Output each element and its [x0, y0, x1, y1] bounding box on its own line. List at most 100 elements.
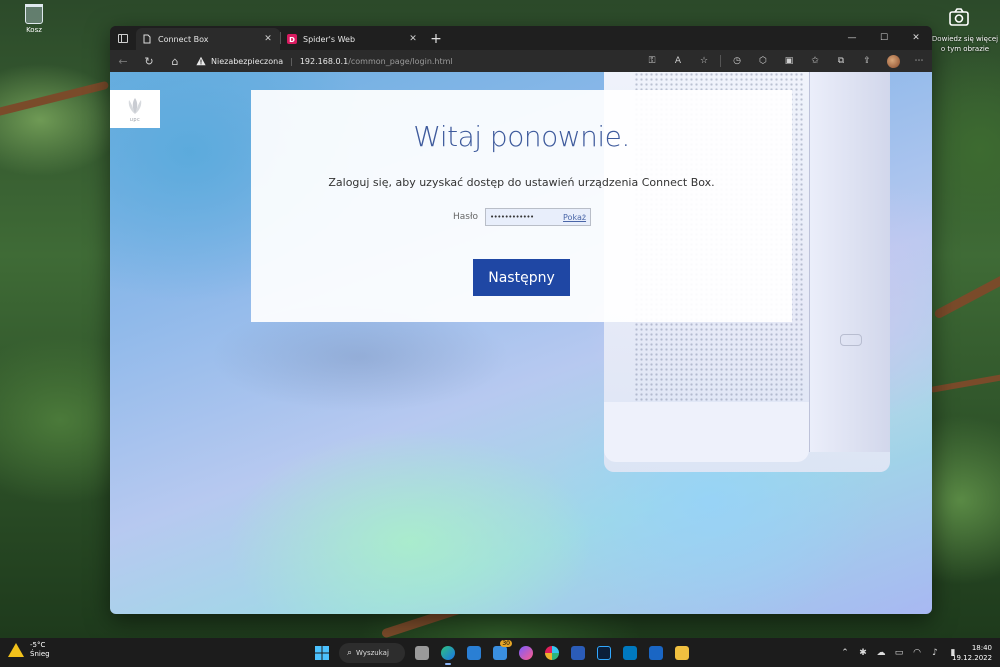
login-page: upc Witaj ponownie. Zaloguj się, aby uzy…	[110, 72, 932, 614]
tab-title: Connect Box	[158, 34, 209, 44]
slack-tray-icon[interactable]: ✱	[854, 648, 872, 658]
notification-badge: 30	[500, 640, 512, 647]
show-password-link[interactable]: Pokaż	[563, 213, 586, 222]
outlook-icon	[649, 645, 663, 660]
history-icon[interactable]: ◷	[724, 50, 750, 72]
trello-taskbar-button[interactable]	[617, 638, 643, 667]
password-label: Hasło	[453, 212, 479, 222]
browser-window: Connect Box ✕ D Spider's Web ✕ + — ☐ ✕ ←…	[110, 26, 932, 614]
tab-title: Spider's Web	[303, 34, 356, 44]
task-view-button[interactable]	[409, 638, 435, 667]
screenshot-icon[interactable]: ▣	[776, 50, 802, 72]
address-bar[interactable]: Niezabezpieczona | 192.168.0.1/common_pa…	[196, 52, 453, 70]
weather-warning-icon	[8, 643, 24, 657]
edge-taskbar-button[interactable]	[435, 638, 461, 667]
trello-icon	[623, 645, 637, 660]
upc-logo: upc	[110, 90, 160, 128]
recycle-bin-label: Kosz	[26, 26, 42, 34]
camera-icon[interactable]	[946, 6, 972, 28]
photoshop-taskbar-button[interactable]	[591, 638, 617, 667]
photoshop-icon	[597, 645, 611, 660]
next-button[interactable]: Następny	[473, 259, 570, 296]
url-path: /common_page/login.html	[348, 56, 453, 66]
toolbar-actions: ⚿ A ☆ ◷ ⬡ ▣ ✩ ⧉ ⇪ ⋯	[639, 50, 932, 72]
clock-date: 19.12.2022	[952, 654, 993, 662]
page-icon	[143, 34, 151, 44]
weather-widget[interactable]: -5°C Śnieg	[8, 641, 50, 659]
windows-icon	[315, 645, 329, 660]
slack-taskbar-button[interactable]	[539, 638, 565, 667]
extensions-icon[interactable]: ⬡	[750, 50, 776, 72]
start-button[interactable]	[309, 638, 335, 667]
store-icon	[493, 645, 507, 660]
page-title: Witaj ponownie.	[413, 120, 630, 153]
avatar	[886, 54, 900, 68]
weather-text: -5°C Śnieg	[30, 641, 50, 659]
mail-taskbar-button[interactable]	[461, 638, 487, 667]
share-icon[interactable]: ⇪	[854, 50, 880, 72]
login-subtitle: Zaloguj się, aby uzyskać dostęp do ustaw…	[328, 176, 715, 189]
warning-icon	[196, 56, 206, 66]
chevron-up-icon[interactable]: ⌃	[836, 648, 854, 658]
password-value: ••••••••••••	[490, 213, 534, 221]
back-arrow-icon[interactable]: ←	[110, 50, 136, 72]
more-menu-icon[interactable]: ⋯	[906, 50, 932, 72]
new-tab-button[interactable]: +	[425, 28, 447, 50]
password-field[interactable]: •••••••••••• Pokaż	[485, 208, 592, 226]
collections-icon[interactable]: ⧉	[828, 50, 854, 72]
task-view-icon	[415, 645, 429, 660]
weather-desc: Śnieg	[30, 650, 50, 658]
profile-avatar[interactable]	[880, 50, 906, 72]
store-taskbar-button[interactable]: 30	[487, 638, 513, 667]
clock-time: 18:40	[971, 644, 992, 652]
favorites-icon[interactable]: ✩	[802, 50, 828, 72]
messenger-taskbar-button[interactable]	[513, 638, 539, 667]
login-card: Witaj ponownie. Zaloguj się, aby uzyskać…	[251, 90, 792, 322]
security-label[interactable]: Niezabezpieczona	[211, 57, 283, 66]
word-taskbar-button[interactable]	[565, 638, 591, 667]
svg-text:D: D	[289, 36, 295, 44]
maximize-icon[interactable]: ☐	[868, 26, 900, 50]
tab-actions-button[interactable]	[110, 26, 136, 50]
wallpaper-branch	[930, 373, 1000, 393]
toolbar-divider	[720, 55, 721, 67]
password-row: Hasło •••••••••••• Pokaż	[453, 208, 592, 226]
minimize-icon[interactable]: —	[836, 26, 868, 50]
recycle-bin-icon	[25, 4, 43, 24]
learn-more-link[interactable]: Dowiedz się więcej o tym obrazie	[930, 34, 1000, 54]
router-button	[840, 334, 862, 346]
logo-text: upc	[129, 116, 141, 123]
volume-icon[interactable]: ♪	[926, 648, 944, 658]
taskbar-search[interactable]: ⌕ Wyszukaj	[339, 642, 405, 663]
close-icon[interactable]: ✕	[262, 34, 274, 44]
tab-actions-icon	[118, 33, 128, 43]
refresh-icon[interactable]: ↻	[136, 50, 162, 72]
router-base	[604, 402, 809, 462]
key-icon[interactable]: ⚿	[639, 50, 665, 72]
home-icon[interactable]: ⌂	[162, 50, 188, 72]
monitor-icon[interactable]: ▭	[890, 648, 908, 658]
search-icon: ⌕	[347, 647, 353, 658]
folder-icon	[675, 645, 689, 660]
close-icon[interactable]: ✕	[407, 34, 419, 44]
tab-connect-box[interactable]: Connect Box ✕	[136, 28, 280, 50]
system-tray: ⌃ ✱ ☁ ▭ ◠ ♪ ▮	[836, 638, 962, 667]
outlook-taskbar-button[interactable]	[643, 638, 669, 667]
recycle-bin-shortcut[interactable]: Kosz	[20, 4, 48, 38]
word-icon	[571, 645, 585, 660]
tab-bar: Connect Box ✕ D Spider's Web ✕ + — ☐ ✕	[110, 26, 932, 50]
messenger-icon	[519, 645, 533, 660]
taskbar-clock[interactable]: 18:40 19.12.2022	[952, 643, 992, 663]
taskbar: -5°C Śnieg ⌕ Wyszukaj 30 ⌃ ✱ ☁ ▭ ◠ ♪ ▮ 1…	[0, 638, 1000, 667]
tab-spiders-web[interactable]: D Spider's Web ✕	[281, 28, 425, 50]
router-side	[809, 72, 890, 452]
favorite-star-icon[interactable]: ☆	[691, 50, 717, 72]
explorer-taskbar-button[interactable]	[669, 638, 695, 667]
window-close-icon[interactable]: ✕	[900, 26, 932, 50]
wifi-icon[interactable]: ◠	[908, 648, 926, 658]
wallpaper-branch	[933, 269, 1000, 320]
read-aloud-icon[interactable]: A	[665, 50, 691, 72]
taskbar-apps: ⌕ Wyszukaj 30	[309, 638, 695, 667]
cloud-icon[interactable]: ☁	[872, 648, 890, 658]
spiders-web-icon: D	[287, 34, 297, 44]
